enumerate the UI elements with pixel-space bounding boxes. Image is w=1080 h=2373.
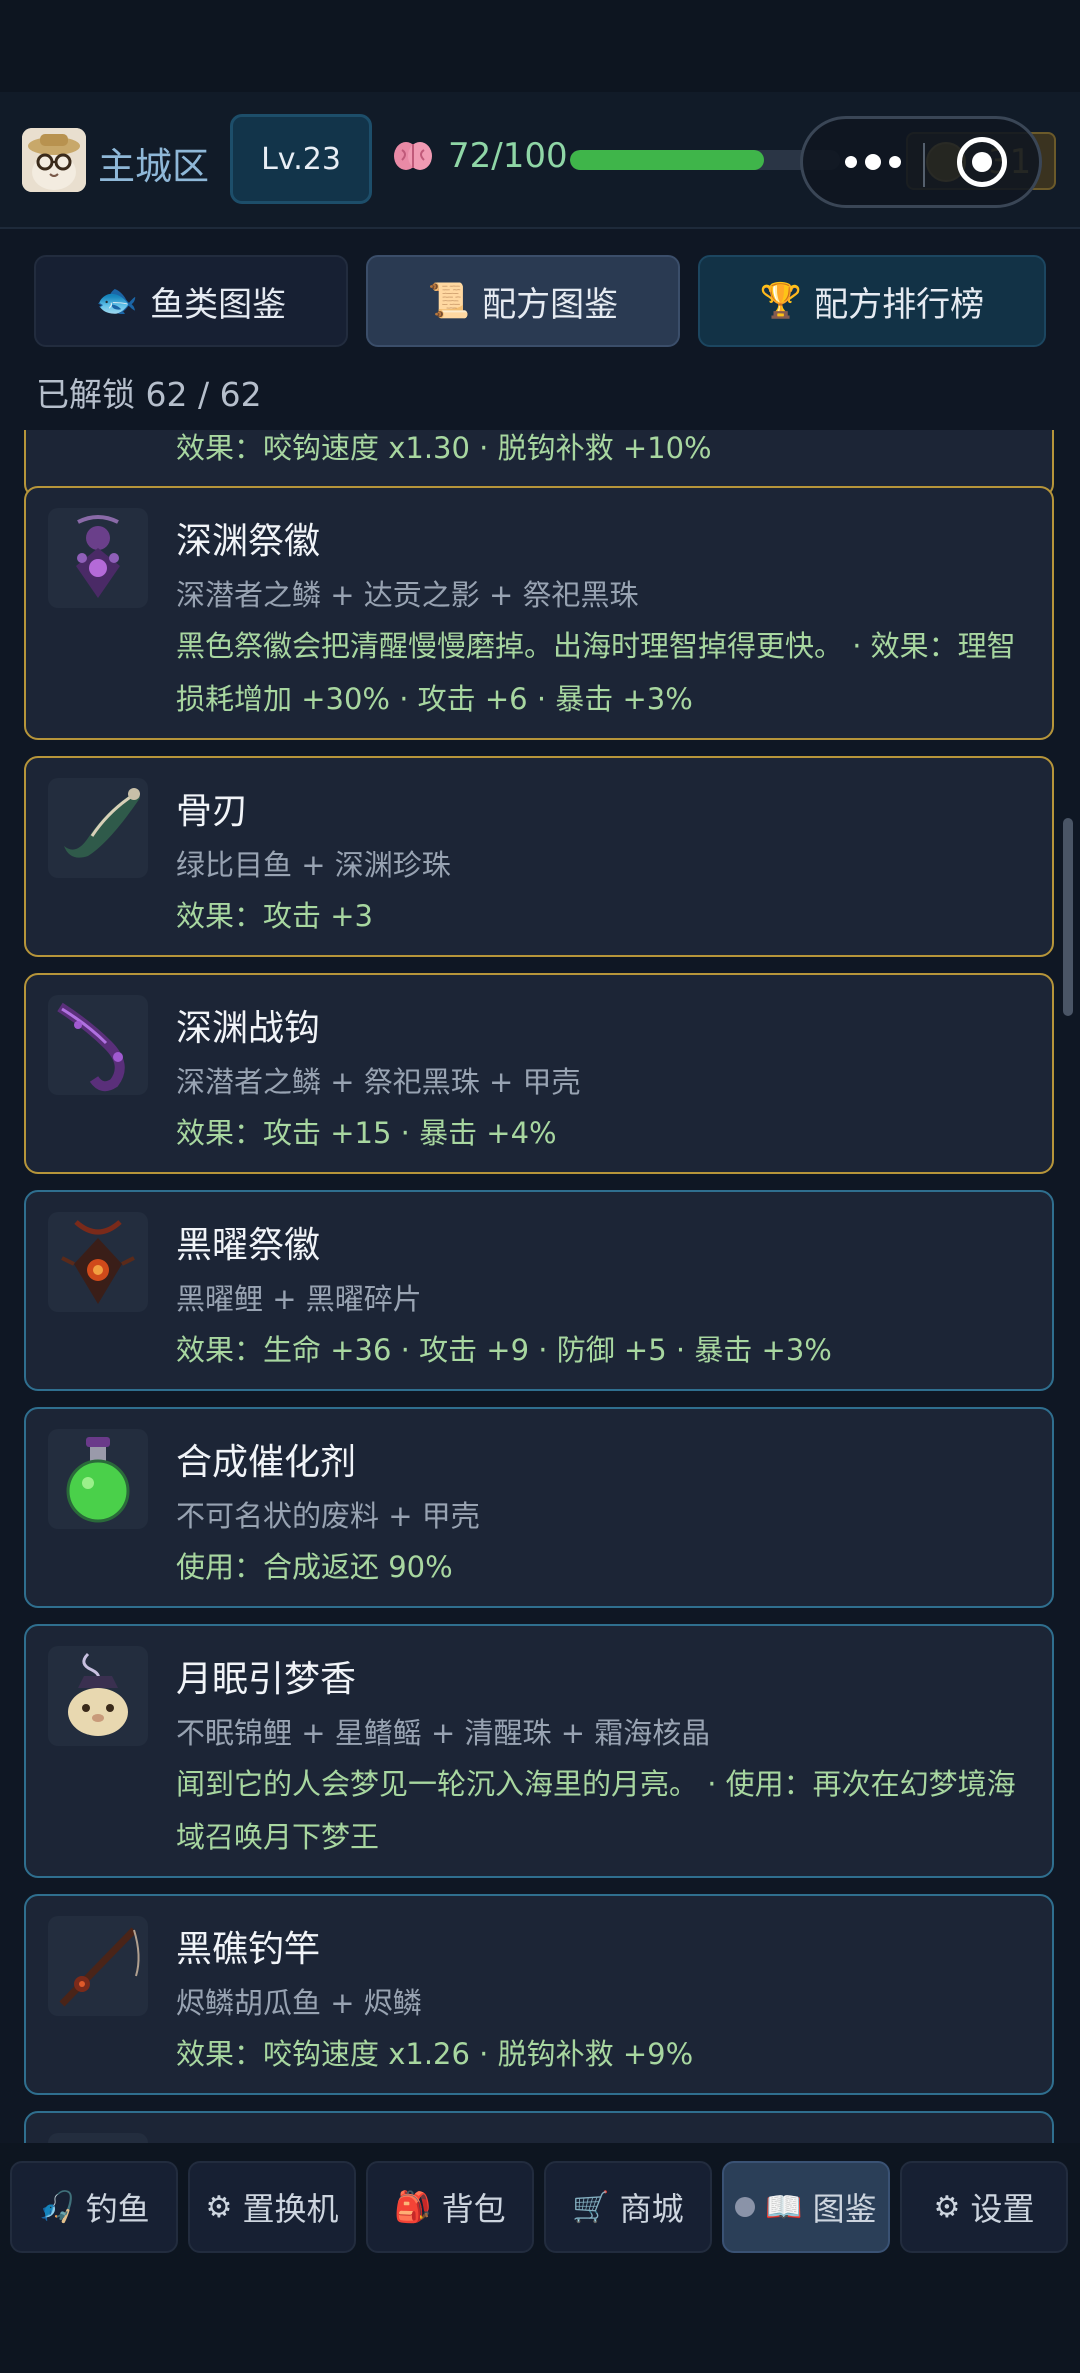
recipe-ingredients: 烬鳞胡瓜鱼 + 烬鳞 [176,1986,422,2020]
fishing-rod-icon [48,1916,148,2016]
gear-icon: ⚙ [933,2189,961,2225]
recipe-ingredients: 深潜者之鳞 + 达贡之影 + 祭祀黑珠 [176,578,639,612]
status-bar [0,0,1080,92]
recipe-title: 骨刃 [176,791,249,832]
bottom-nav: 🎣 钓鱼 ⚙ 置换机 🎒 背包 🛒 商城 📖 图鉴 ⚙ 设置 [0,2143,1080,2373]
recipe-card[interactable]: 深渊祭徽 深潜者之鳞 + 达贡之影 + 祭祀黑珠 黑色祭徽会把清醒慢慢磨掉。出海… [24,486,1054,740]
recipe-title: 深渊祭徽 [176,521,321,562]
recipe-effect: 效果：咬钩速度 x1.26 · 脱钩补救 +9% [176,2037,694,2071]
recipe-ingredients: 不可名状的废料 + 甲壳 [176,1499,480,1533]
recipe-title: 合成催化剂 [176,1442,357,1483]
more-icon[interactable] [833,139,913,185]
unlock-counter: 已解锁 62 / 62 [36,375,262,414]
recipe-title: 深渊战钩 [176,1008,321,1049]
tab-recipe-encyclopedia[interactable]: 📜 配方图鉴 [366,255,680,347]
recipe-title: 黑曜祭徽 [176,1225,321,1266]
nav-label: 置换机 [242,2190,339,2228]
recipe-effect: 效果：攻击 +15 · 暴击 +4% [176,1116,557,1150]
nav-label: 商城 [619,2190,684,2228]
nav-fishing[interactable]: 🎣 钓鱼 [10,2161,178,2253]
top-header: 主城区 Lv.23 72/100 31 [0,92,1080,229]
recipe-effect: 效果：咬钩速度 x1.30 · 脱钩补救 +10% [176,431,712,465]
recipe-title: 黑礁钓竿 [176,1929,321,1970]
brain-icon [392,138,434,174]
recipe-list: 效果：咬钩速度 x1.30 · 脱钩补救 +10% 深渊祭徽 深潜者之鳞 + 达… [0,430,1080,2143]
recipe-ingredients: 不眠锦鲤 + 星鳍鳐 + 清醒珠 + 霜海核晶 [176,1716,711,1750]
list-scrollbar[interactable] [1063,818,1073,1016]
nav-label: 设置 [970,2190,1035,2228]
fishing-icon: 🎣 [38,2189,76,2225]
recipe-card[interactable]: 合成催化剂 不可名状的废料 + 甲壳 使用：合成返还 90% [24,1407,1054,1608]
recipe-card[interactable]: 月眠引梦香 不眠锦鲤 + 星鳍鳐 + 清醒珠 + 霜海核晶 闻到它的人会梦见一轮… [24,1624,1054,1878]
close-target-icon[interactable] [957,137,1007,187]
zone-label: 主城区 [98,145,209,188]
machine-icon: ⚙ [205,2189,233,2225]
potion-flask-icon [48,1429,148,1529]
bone-blade-icon [48,778,148,878]
recipe-ingredients: 绿比目鱼 + 深渊珍珠 [176,848,451,882]
obsidian-emblem-icon [48,1212,148,1312]
nav-label: 背包 [441,2190,506,2228]
capsule-divider [923,143,925,187]
fish-icon: 🐟 [95,281,139,321]
tab-label: 鱼类图鉴 [150,284,287,325]
recipe-effect: 效果：生命 +36 · 攻击 +9 · 防御 +5 · 暴击 +3% [176,1333,832,1367]
recipe-effect: 效果：攻击 +3 [176,899,373,933]
recipe-thumbnail [48,2133,148,2143]
recipe-card[interactable]: 黑礁钓竿 烬鳞胡瓜鱼 + 烬鳞 效果：咬钩速度 x1.26 · 脱钩补救 +9% [24,1894,1054,2095]
sanity-bar-fill [570,150,765,170]
tab-recipe-ranking[interactable]: 🏆 配方排行榜 [698,255,1046,347]
trophy-icon: 🏆 [759,281,803,321]
nav-shop[interactable]: 🛒 商城 [544,2161,712,2253]
scroll-icon: 📜 [427,281,471,321]
avatar[interactable] [22,128,86,192]
recipe-title: 月眠引梦香 [176,1659,357,1700]
mini-program-capsule [800,116,1042,208]
cart-icon: 🛒 [572,2189,610,2225]
encyclopedia-tabs: 🐟 鱼类图鉴 📜 配方图鉴 🏆 配方排行榜 [34,255,1046,347]
nav-backpack[interactable]: 🎒 背包 [366,2161,534,2253]
abyss-emblem-icon [48,508,148,608]
tab-label: 配方排行榜 [814,284,985,325]
nav-settings[interactable]: ⚙ 设置 [900,2161,1068,2253]
active-dot-icon [735,2197,756,2217]
recipe-card[interactable]: 黑曜祭徽 黑曜鲤 + 黑曜碎片 效果：生命 +36 · 攻击 +9 · 防御 +… [24,1190,1054,1391]
recipe-ingredients: 黑曜鲤 + 黑曜碎片 [176,1282,422,1316]
incense-burner-icon [48,1646,148,1746]
backpack-icon: 🎒 [394,2189,432,2225]
nav-exchanger[interactable]: ⚙ 置换机 [188,2161,356,2253]
recipe-effect: 黑色祭徽会把清醒慢慢磨掉。出海时理智掉得更快。 · 效果：理智损耗增加 +30%… [176,629,1016,716]
nav-label: 钓鱼 [85,2190,150,2228]
abyss-hook-icon [48,995,148,1095]
tab-fish-encyclopedia[interactable]: 🐟 鱼类图鉴 [34,255,348,347]
nav-encyclopedia[interactable]: 📖 图鉴 [722,2161,890,2253]
recipe-card[interactable] [24,2111,1054,2143]
recipe-card[interactable]: 深渊战钩 深潜者之鳞 + 祭祀黑珠 + 甲壳 效果：攻击 +15 · 暴击 +4… [24,973,1054,1174]
level-badge: Lv.23 [230,114,372,204]
recipe-effect: 使用：合成返还 90% [176,1550,453,1584]
tab-label: 配方图鉴 [482,284,619,325]
sanity-text: 72/100 [448,136,568,176]
book-icon: 📖 [765,2189,803,2225]
recipe-ingredients: 深潜者之鳞 + 祭祀黑珠 + 甲壳 [176,1065,581,1099]
recipe-card[interactable]: 骨刃 绿比目鱼 + 深渊珍珠 效果：攻击 +3 [24,756,1054,957]
recipe-effect: 闻到它的人会梦见一轮沉入海里的月亮。 · 使用：再次在幻梦境海域召唤月下梦王 [176,1767,1016,1854]
nav-label: 图鉴 [812,2190,877,2228]
